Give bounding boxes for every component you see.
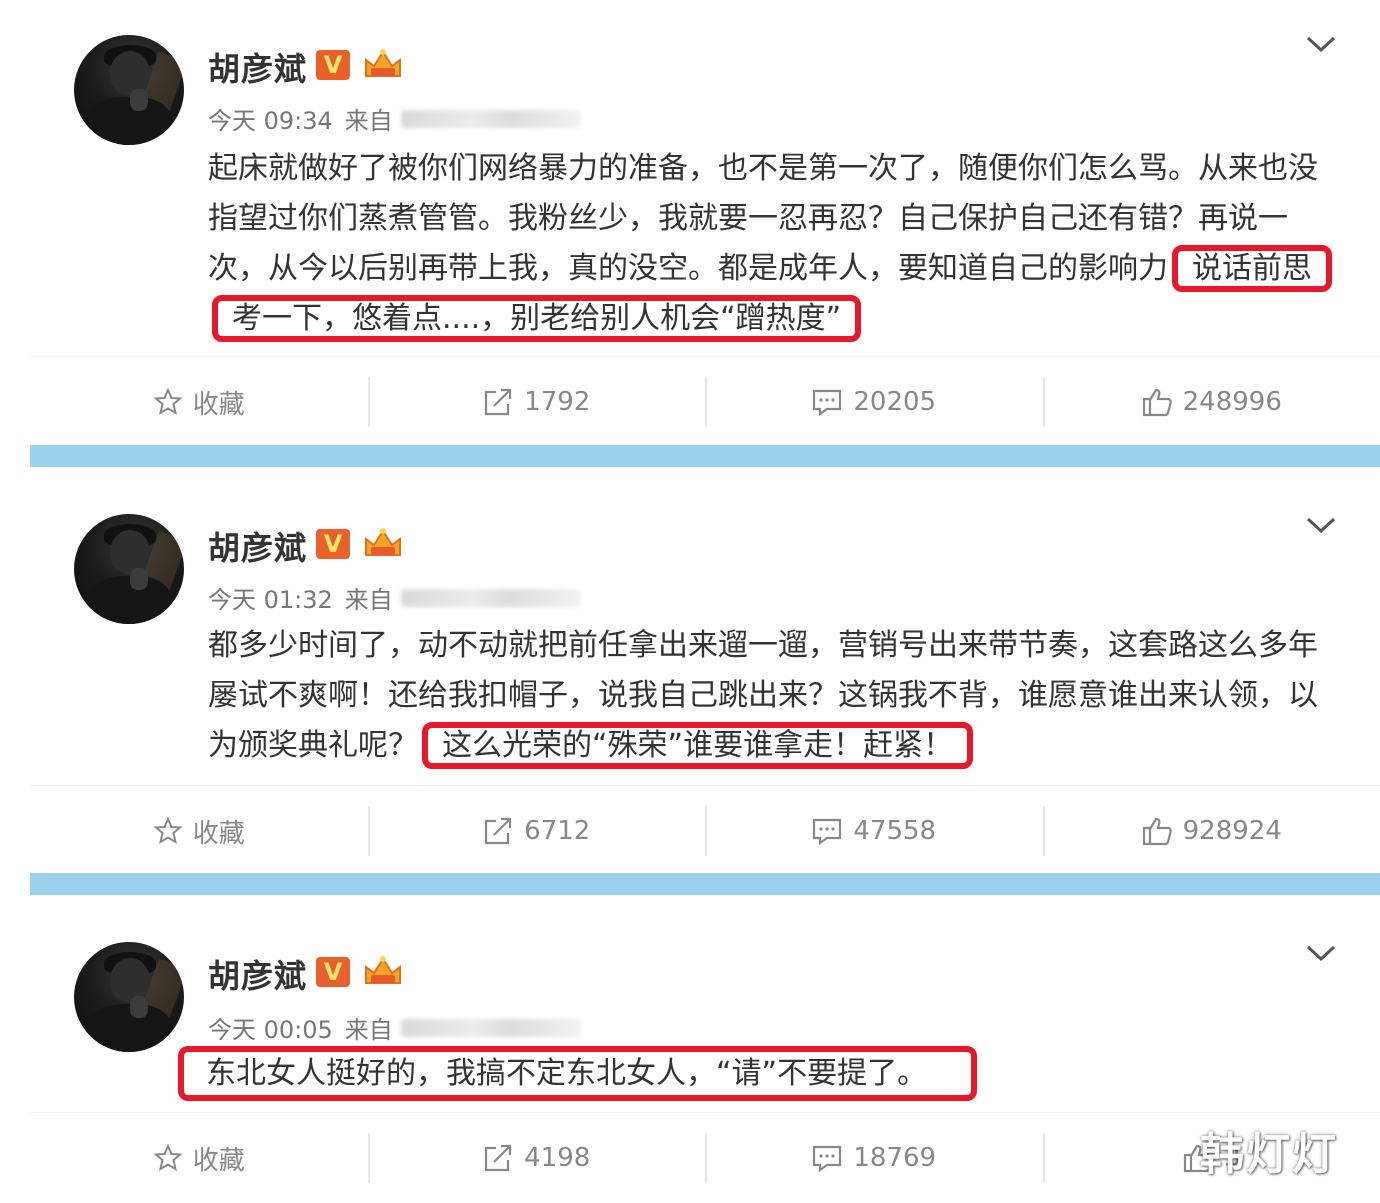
username[interactable]: 胡彦斌 [208,523,307,569]
post-separator [30,445,1380,467]
post-meta: 今天 01:32 来自 [208,580,581,615]
avatar[interactable] [74,514,184,624]
action-bar: 收藏 6712 47558 928924 [30,785,1380,876]
post-time: 今天 09:34 [208,101,333,136]
comment-count: 47558 [853,816,936,846]
star-icon [153,816,183,846]
watermark: 韩灯灯 [1200,1118,1338,1182]
comment-icon [811,387,843,417]
post-text: 东北女人挺好的，我搞不定东北女人，“请”不要提了。 [178,1049,1318,1099]
verified-badge-icon: V [316,529,350,559]
username[interactable]: 胡彦斌 [208,44,307,90]
highlighted-text: 东北女人挺好的，我搞不定东北女人，“请”不要提了。 [178,1046,977,1101]
like-count: 248996 [1183,387,1282,417]
share-count: 6712 [524,816,590,846]
comment-icon [811,1143,843,1173]
comment-icon [811,816,843,846]
share-count: 1792 [524,387,590,417]
star-icon [153,1143,183,1173]
post-text: 都多少时间了，动不动就把前任拿出来遛一遛，营销号出来带节奏，这套路这么多年屡试不… [208,621,1323,771]
post-meta: 今天 09:34 来自 [208,101,581,136]
blurred-source [401,110,581,128]
thumbs-up-icon [1141,387,1173,417]
favorite-label: 收藏 [193,384,245,421]
crown-icon [362,525,404,561]
share-count: 4198 [524,1143,590,1173]
favorite-label: 收藏 [193,813,245,850]
source-prefix: 来自 [345,101,393,136]
chevron-down-icon[interactable] [1304,941,1338,965]
avatar[interactable] [74,35,184,145]
post-meta: 今天 00:05 来自 [208,1010,581,1045]
weibo-post-2: 胡彦斌 V 今天 01:32 来自 都多少时间了，动不动就把前任拿出来遛一遛，营… [0,467,1380,873]
verified-badge-icon: V [316,50,350,80]
comment-count: 18769 [853,1143,936,1173]
favorite-label: 收藏 [193,1140,245,1177]
comment-button[interactable]: 20205 [705,357,1043,447]
favorite-button[interactable]: 收藏 [30,786,368,876]
highlighted-text: 这么光荣的“殊荣”谁要谁拿走！赶紧！ [422,722,973,769]
action-bar: 收藏 1792 20205 248996 [30,356,1380,447]
avatar[interactable] [74,942,184,1052]
share-button[interactable]: 1792 [368,357,706,447]
post-separator [30,873,1380,895]
like-button[interactable]: 928924 [1043,786,1380,876]
share-button[interactable]: 6712 [368,786,706,876]
chevron-down-icon[interactable] [1304,32,1338,56]
action-bar: 收藏 4198 18769 3 [30,1112,1380,1203]
post-time: 今天 00:05 [208,1010,333,1045]
favorite-button[interactable]: 收藏 [30,357,368,447]
comment-count: 20205 [853,387,936,417]
like-count: 928924 [1183,816,1282,846]
blurred-source [401,589,581,607]
post-time: 今天 01:32 [208,580,333,615]
verified-badge-icon: V [316,957,350,987]
comment-button[interactable]: 18769 [705,1113,1043,1203]
weibo-post-3: 胡彦斌 V 今天 00:05 来自 东北女人挺好的，我搞不定东北女人，“请”不要… [0,895,1380,1202]
share-icon [482,1143,514,1173]
source-prefix: 来自 [345,580,393,615]
favorite-button[interactable]: 收藏 [30,1113,368,1203]
chevron-down-icon[interactable] [1304,513,1338,537]
share-button[interactable]: 4198 [368,1113,706,1203]
share-icon [482,816,514,846]
share-icon [482,387,514,417]
post-body: 起床就做好了被你们网络暴力的准备，也不是第一次了，随便你们怎么骂。从来也没指望过… [208,151,1318,286]
comment-button[interactable]: 47558 [705,786,1043,876]
crown-icon [362,953,404,989]
blurred-source [401,1019,581,1037]
post-text: 起床就做好了被你们网络暴力的准备，也不是第一次了，随便你们怎么骂。从来也没指望过… [208,144,1323,344]
weibo-post-1: 胡彦斌 V 今天 09:34 来自 起床就做好了被你们网络暴力的准备，也不是第一… [0,0,1380,445]
star-icon [153,387,183,417]
thumbs-up-icon [1141,816,1173,846]
crown-icon [362,46,404,82]
like-button[interactable]: 248996 [1043,357,1380,447]
source-prefix: 来自 [345,1010,393,1045]
username[interactable]: 胡彦斌 [208,951,307,997]
